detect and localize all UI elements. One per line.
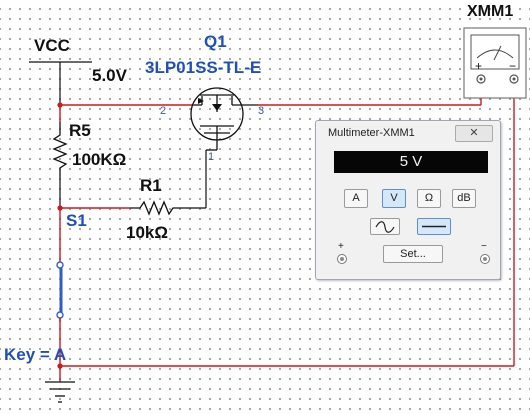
gate-wire [177,150,207,209]
r1-value-label: 10kΩ [126,223,168,242]
plus-terminal-label: + [338,241,344,252]
pin2-label: 2 [160,105,167,117]
multimeter-reading: 5 V [334,151,488,173]
voltmeter-button[interactable]: V [382,189,406,208]
multimeter-title: Multimeter-XMM1 [328,127,415,139]
s1-ref-label: S1 [66,211,87,230]
ohmmeter-button[interactable]: Ω [417,189,441,208]
pin1-label: 1 [208,151,215,163]
minus-terminal-label: − [481,241,487,252]
r1-resistor-symbol[interactable] [130,200,177,216]
close-button[interactable]: ✕ [455,125,493,142]
r5-value-label: 100KΩ [72,150,127,169]
key-label: Key = A [4,345,67,364]
dc-mode-button[interactable] [417,218,451,235]
xmm1-minus-label: − [509,59,517,73]
r1-ref-label: R1 [140,176,162,195]
vcc-label: VCC [34,36,70,55]
set-button[interactable]: Set... [383,245,443,263]
switch-symbol[interactable] [56,258,64,322]
q1-part-label: 3LP01SS-TL-E [145,58,262,77]
xmm1-plus-label: + [475,59,483,73]
q1-ref-label: Q1 [204,32,227,51]
plus-terminal[interactable] [337,254,347,264]
mosfet-symbol[interactable] [190,87,258,151]
ground-icon [45,381,75,403]
minus-terminal[interactable] [480,254,490,264]
ac-wave-icon [375,221,395,233]
close-icon: ✕ [469,127,479,139]
ac-mode-button[interactable] [370,218,400,235]
xmm1-ref-label: XMM1 [467,3,514,20]
r5-resistor-symbol[interactable] [52,122,68,177]
xmm1-instrument-icon[interactable] [463,27,527,99]
ammeter-button[interactable]: A [344,189,368,208]
dc-line-icon [422,225,446,228]
decibel-button[interactable]: dB [452,189,476,208]
multimeter-dialog[interactable]: Multimeter-XMM1 ✕ 5 V A V Ω dB Set... + … [315,120,501,280]
r5-ref-label: R5 [69,121,91,140]
pin3-label: 3 [258,105,265,117]
vcc-value-label: 5.0V [92,66,127,85]
